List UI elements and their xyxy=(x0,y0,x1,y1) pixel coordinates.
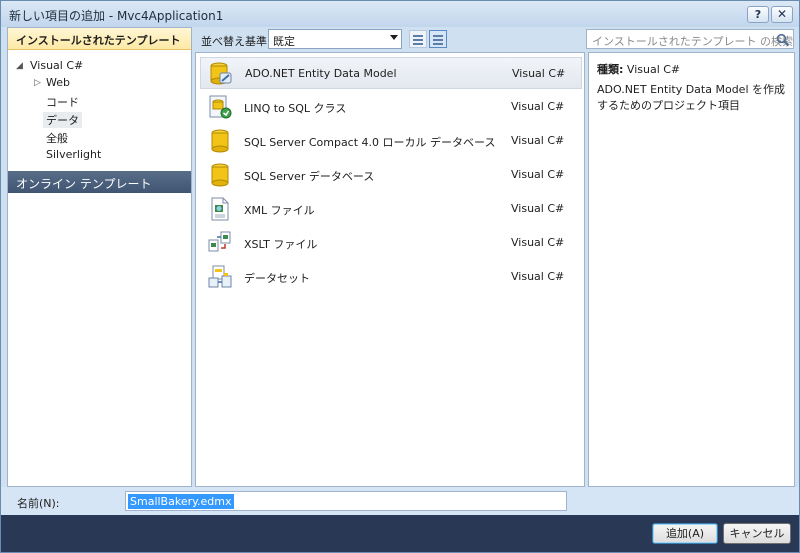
medium-icons-view-button[interactable] xyxy=(429,30,447,48)
expanded-arrow-icon[interactable]: ◢ xyxy=(16,61,23,71)
dataset-icon xyxy=(208,265,232,288)
template-row-ado-net-entity-data-model[interactable]: ADO.NET Entity Data Model Visual C# xyxy=(200,57,582,89)
search-icon[interactable] xyxy=(776,33,790,47)
name-row: 名前(N): SmallBakery.edmx xyxy=(1,487,799,515)
window-title: 新しい項目の追加 - Mvc4Application1 xyxy=(9,9,224,23)
linq-to-sql-icon xyxy=(209,95,232,119)
title-bar: 新しい項目の追加 - Mvc4Application1 ? ✕ xyxy=(1,1,799,27)
installed-templates-label: インストールされたテンプレート xyxy=(16,34,181,47)
tree-item-silverlight[interactable]: Silverlight xyxy=(46,148,101,161)
template-description: ADO.NET Entity Data Model を作成するためのプロジェクト… xyxy=(597,83,785,112)
template-category-panel: インストールされたテンプレート ◢ Visual C# ▷ Web コード デー… xyxy=(7,27,192,487)
entity-model-icon xyxy=(210,62,232,85)
help-button[interactable]: ? xyxy=(747,6,769,23)
online-templates-header[interactable]: オンライン テンプレート xyxy=(8,171,191,193)
cancel-button[interactable]: キャンセル xyxy=(723,523,791,544)
template-language: Visual C# xyxy=(511,168,565,181)
template-row-dataset[interactable]: データセット Visual C# xyxy=(200,261,582,293)
dialog-footer: 追加(A) キャンセル xyxy=(1,515,799,552)
database-icon xyxy=(211,163,229,187)
template-name: LINQ to SQL クラス xyxy=(244,102,347,115)
name-input[interactable]: SmallBakery.edmx xyxy=(125,491,567,511)
installed-templates-header[interactable]: インストールされたテンプレート xyxy=(8,28,191,50)
name-label: 名前(N): xyxy=(17,497,60,510)
collapsed-arrow-icon[interactable]: ▷ xyxy=(34,78,41,88)
xslt-file-icon xyxy=(208,231,231,252)
close-button[interactable]: ✕ xyxy=(771,6,793,23)
type-value: Visual C# xyxy=(626,63,681,76)
template-language: Visual C# xyxy=(511,202,565,215)
sort-by-dropdown[interactable]: 既定 xyxy=(268,29,402,49)
template-language: Visual C# xyxy=(512,67,566,80)
template-row-xslt-file[interactable]: XSLT ファイル Visual C# xyxy=(200,227,582,259)
tree-item-data[interactable]: データ xyxy=(43,112,82,128)
template-list: ADO.NET Entity Data Model Visual C# LINQ… xyxy=(195,52,585,487)
add-button[interactable]: 追加(A) xyxy=(652,523,718,544)
template-row-sql-server-database[interactable]: SQL Server データベース Visual C# xyxy=(200,159,582,191)
tree-item-general[interactable]: 全般 xyxy=(46,130,68,146)
template-language: Visual C# xyxy=(511,100,565,113)
template-details-panel: 種類: Visual C# ADO.NET Entity Data Model … xyxy=(588,52,795,487)
tree-item-code[interactable]: コード xyxy=(46,94,79,110)
xml-file-icon xyxy=(211,197,229,221)
template-name: SQL Server Compact 4.0 ローカル データベース xyxy=(244,136,496,149)
template-name: データセット xyxy=(244,272,310,285)
template-name: XSLT ファイル xyxy=(244,238,318,251)
sort-by-label: 並べ替え基準: xyxy=(201,35,271,48)
template-row-linq-to-sql[interactable]: LINQ to SQL クラス Visual C# xyxy=(200,91,582,123)
template-row-sql-server-compact[interactable]: SQL Server Compact 4.0 ローカル データベース Visua… xyxy=(200,125,582,157)
template-name: ADO.NET Entity Data Model xyxy=(245,67,397,80)
small-icons-view-button[interactable] xyxy=(409,30,427,48)
template-name: SQL Server データベース xyxy=(244,170,375,183)
template-search-input[interactable]: インストールされたテンプレート の検索 xyxy=(586,29,794,49)
sort-by-value: 既定 xyxy=(273,35,295,48)
chevron-down-icon xyxy=(390,35,398,40)
template-row-xml-file[interactable]: XML ファイル Visual C# xyxy=(200,193,582,225)
tree-item-visual-csharp[interactable]: Visual C# xyxy=(30,59,83,72)
template-language: Visual C# xyxy=(511,270,565,283)
template-language: Visual C# xyxy=(511,134,565,147)
type-label: 種類: xyxy=(597,63,624,76)
add-new-item-dialog: 新しい項目の追加 - Mvc4Application1 ? ✕ インストールされ… xyxy=(0,0,800,553)
name-input-value: SmallBakery.edmx xyxy=(128,494,234,509)
template-name: XML ファイル xyxy=(244,204,315,217)
tree-item-web[interactable]: Web xyxy=(46,76,70,89)
template-language: Visual C# xyxy=(511,236,565,249)
database-icon xyxy=(211,129,229,153)
search-placeholder: インストールされたテンプレート の検索 xyxy=(592,35,793,48)
template-type: 種類: Visual C# xyxy=(597,61,680,77)
online-templates-label: オンライン テンプレート xyxy=(16,177,152,191)
